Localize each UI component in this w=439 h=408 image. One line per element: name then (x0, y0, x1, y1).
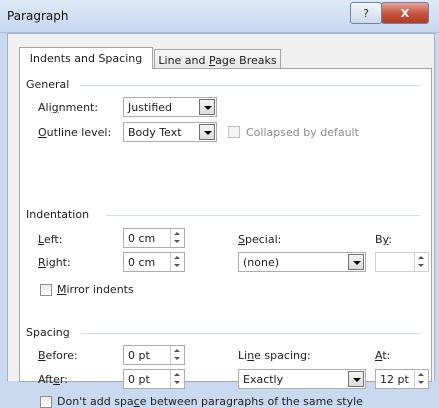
dialog-body: Indents and Spacing Line and Page Breaks… (7, 33, 435, 408)
spin-down-icon (415, 262, 428, 271)
divider (80, 85, 420, 86)
spin-up-icon (171, 229, 184, 238)
by-field[interactable] (375, 252, 429, 272)
spin-up-icon (171, 346, 184, 355)
outline-level-select[interactable]: Body Text (123, 122, 217, 142)
tab-label: Indents and Spacing (29, 52, 143, 65)
left-indent-stepper[interactable] (170, 229, 184, 247)
close-icon: X (400, 6, 410, 20)
title-bar: Paragraph ? X (0, 0, 439, 33)
chevron-down-icon (199, 99, 215, 115)
spin-down-icon (171, 262, 184, 271)
left-indent-label: Left: (38, 233, 63, 246)
chevron-down-icon (348, 371, 364, 387)
at-field[interactable]: 12 pt (375, 369, 429, 389)
spin-down-icon (171, 238, 184, 247)
special-select[interactable]: (none) (238, 252, 366, 272)
dont-add-space-label: Don't add space between paragraphs of th… (57, 395, 363, 408)
collapsed-by-default-checkbox[interactable] (228, 126, 240, 138)
divider (106, 215, 420, 216)
spin-up-icon (415, 253, 428, 262)
spin-up-icon (171, 253, 184, 262)
dialog-title: Paragraph (7, 9, 69, 23)
spin-up-icon (171, 370, 184, 379)
right-indent-field[interactable]: 0 cm (123, 252, 185, 272)
tab-line-and-page-breaks[interactable]: Line and Page Breaks (154, 49, 281, 69)
dont-add-space-checkbox[interactable] (40, 396, 52, 408)
tab-panel: General Alignment: Justified Outline lev… (19, 68, 432, 408)
alignment-label: Alignment: (38, 101, 99, 114)
left-indent-field[interactable]: 0 cm (123, 228, 185, 248)
collapsed-by-default-label: Collapsed by default (246, 126, 359, 139)
section-spacing-heading: Spacing (26, 326, 70, 339)
spacing-after-stepper[interactable] (170, 370, 184, 388)
at-stepper[interactable] (414, 370, 428, 388)
line-spacing-label: Line spacing: (238, 349, 311, 362)
special-label: Special: (238, 233, 282, 246)
chevron-down-icon (348, 254, 364, 270)
spacing-before-field[interactable]: 0 pt (123, 345, 185, 365)
help-button[interactable]: ? (350, 2, 382, 24)
close-button[interactable]: X (381, 2, 429, 24)
at-label: At: (375, 349, 391, 362)
spacing-before-stepper[interactable] (170, 346, 184, 364)
help-icon: ? (363, 6, 369, 20)
divider (82, 333, 420, 334)
line-spacing-select[interactable]: Exactly (238, 369, 366, 389)
spacing-after-field[interactable]: 0 pt (123, 369, 185, 389)
by-label: By: (375, 233, 392, 246)
section-general-heading: General (26, 78, 70, 91)
tab-indents-and-spacing[interactable]: Indents and Spacing (19, 47, 153, 69)
outline-level-label: Outline level: (38, 126, 112, 139)
spacing-before-label: Before: (38, 349, 78, 362)
chevron-down-icon (199, 124, 215, 140)
right-indent-label: Right: (38, 256, 71, 269)
spin-down-icon (171, 379, 184, 388)
spin-down-icon (171, 355, 184, 364)
right-indent-stepper[interactable] (170, 253, 184, 271)
by-stepper[interactable] (414, 253, 428, 271)
alignment-select[interactable]: Justified (123, 97, 217, 117)
mirror-indents-label: Mirror indents (57, 283, 134, 296)
spin-down-icon (415, 379, 428, 388)
section-indentation-heading: Indentation (26, 208, 90, 221)
spin-up-icon (415, 370, 428, 379)
mirror-indents-checkbox[interactable] (40, 284, 52, 296)
